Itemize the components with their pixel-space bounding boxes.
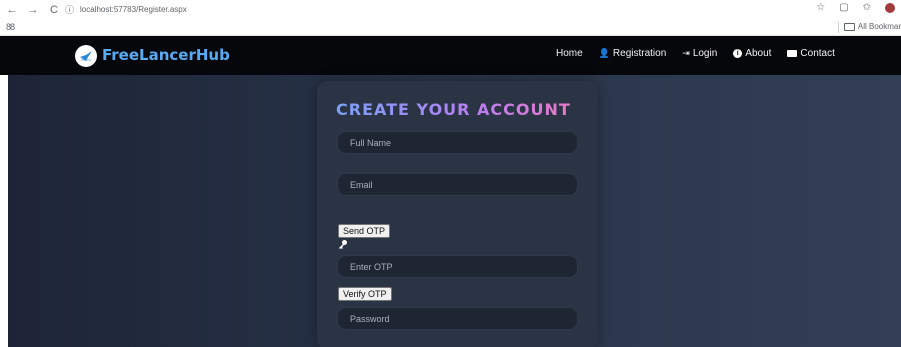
bookmarks-divider <box>838 22 839 33</box>
login-icon: ⇥ <box>682 48 690 58</box>
browser-toolbar: ← → C ⓘ localhost:57783/Register.aspx ☆ … <box>0 0 901 19</box>
address-bar[interactable]: ⓘ localhost:57783/Register.aspx <box>65 3 765 16</box>
site-info-icon[interactable]: ⓘ <box>65 3 74 16</box>
forward-icon[interactable]: → <box>27 4 39 16</box>
extension-icon[interactable]: ▢ <box>839 2 848 13</box>
left-frame-strip <box>0 75 8 347</box>
back-icon[interactable]: ← <box>6 4 18 16</box>
email-input[interactable] <box>337 173 578 196</box>
info-icon: i <box>733 49 743 58</box>
verify-otp-button[interactable]: Verify OTP <box>338 287 392 301</box>
nav-registration[interactable]: 👤 Registration <box>599 48 667 59</box>
page-background: FreeLancerHub Home 👤 Registration ⇥ Logi… <box>0 36 901 347</box>
bookmark-star-icon[interactable]: ☆ <box>816 2 825 13</box>
nav-about-label: About <box>745 48 772 59</box>
registration-card: CREATE YOUR ACCOUNT Send OTP Verify OTP <box>317 81 598 347</box>
envelope-icon <box>787 50 798 57</box>
all-bookmarks[interactable]: All Bookmar <box>843 22 901 31</box>
logo[interactable] <box>75 45 97 67</box>
full-name-input[interactable] <box>337 131 578 154</box>
user-plus-icon: 👤 <box>598 48 610 58</box>
bookmarks-bar: 88 All Bookmar <box>0 19 901 36</box>
nav-registration-label: Registration <box>612 48 667 59</box>
brand-name[interactable]: FreeLancerHub <box>102 46 230 64</box>
apps-grid-icon[interactable]: 88 <box>6 22 15 32</box>
nav-contact-label: Contact <box>800 48 835 59</box>
key-icon <box>339 240 347 249</box>
folder-icon <box>843 22 855 31</box>
nav-login[interactable]: ⇥ Login <box>682 48 717 59</box>
nav-login-label: Login <box>692 48 718 59</box>
bookmarks-menu-icon[interactable]: ✩ <box>863 2 871 13</box>
bird-logo-icon <box>80 51 92 61</box>
send-otp-button[interactable]: Send OTP <box>338 224 391 238</box>
nav-contact[interactable]: Contact <box>787 48 835 59</box>
reload-icon[interactable]: C <box>48 4 60 16</box>
nav-about[interactable]: i About <box>733 48 771 59</box>
form-title: CREATE YOUR ACCOUNT <box>336 100 571 119</box>
nav-home[interactable]: Home <box>556 48 583 59</box>
all-bookmarks-label: All Bookmar <box>857 22 901 31</box>
site-navbar: FreeLancerHub Home 👤 Registration ⇥ Logi… <box>0 36 901 75</box>
otp-input[interactable] <box>337 255 578 278</box>
url-text: localhost:57783/Register.aspx <box>80 5 187 14</box>
profile-avatar[interactable] <box>885 2 895 13</box>
password-input[interactable] <box>337 307 578 330</box>
nav-home-label: Home <box>556 48 583 59</box>
